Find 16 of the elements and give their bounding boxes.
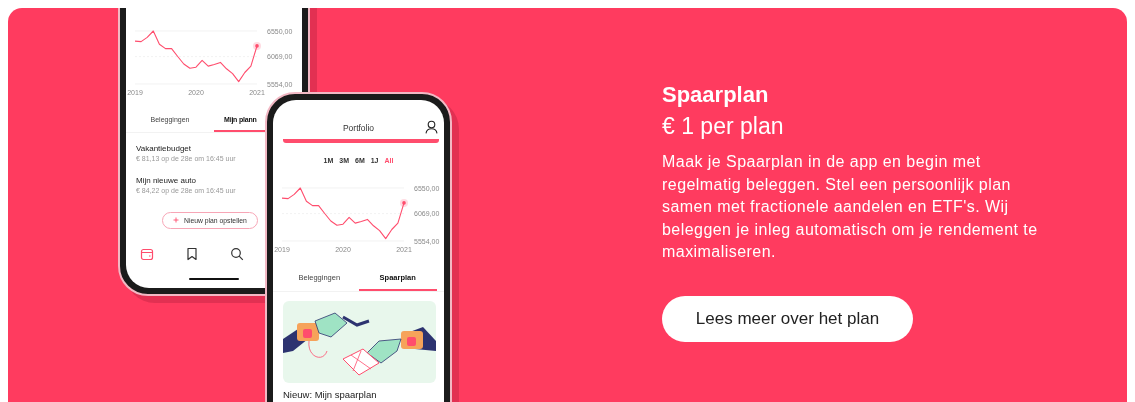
screen-title: Portfolio bbox=[342, 123, 375, 133]
highlighted-point bbox=[400, 198, 408, 207]
bookmark-icon[interactable] bbox=[185, 246, 199, 261]
user-icon[interactable] bbox=[425, 120, 438, 134]
read-more-button[interactable]: Lees meer over het plan bbox=[662, 295, 913, 342]
promo-title: Spaarplan bbox=[662, 81, 769, 109]
promo-description: Maak je Spaarplan in de app en begin met regelmatig beleggen. Stel een persoonlijk plan samen met fractionele aandelen en ETF's. Wij beleggen je inleg automatisch om je rendement te maximaliseren. bbox=[662, 152, 1039, 262]
highlighted-point bbox=[253, 41, 261, 50]
feature-title: Nieuw: Mijn spaarplan bbox=[283, 389, 377, 400]
promo-price: € 1 per plan bbox=[662, 112, 784, 141]
plus-icon bbox=[173, 217, 179, 223]
home-indicator bbox=[189, 277, 239, 280]
plan-name: Vakantiebudget bbox=[136, 143, 191, 153]
wallet-icon[interactable] bbox=[140, 246, 154, 261]
search-icon[interactable] bbox=[230, 246, 244, 261]
plan-name: Mijn nieuwe auto bbox=[136, 175, 197, 185]
